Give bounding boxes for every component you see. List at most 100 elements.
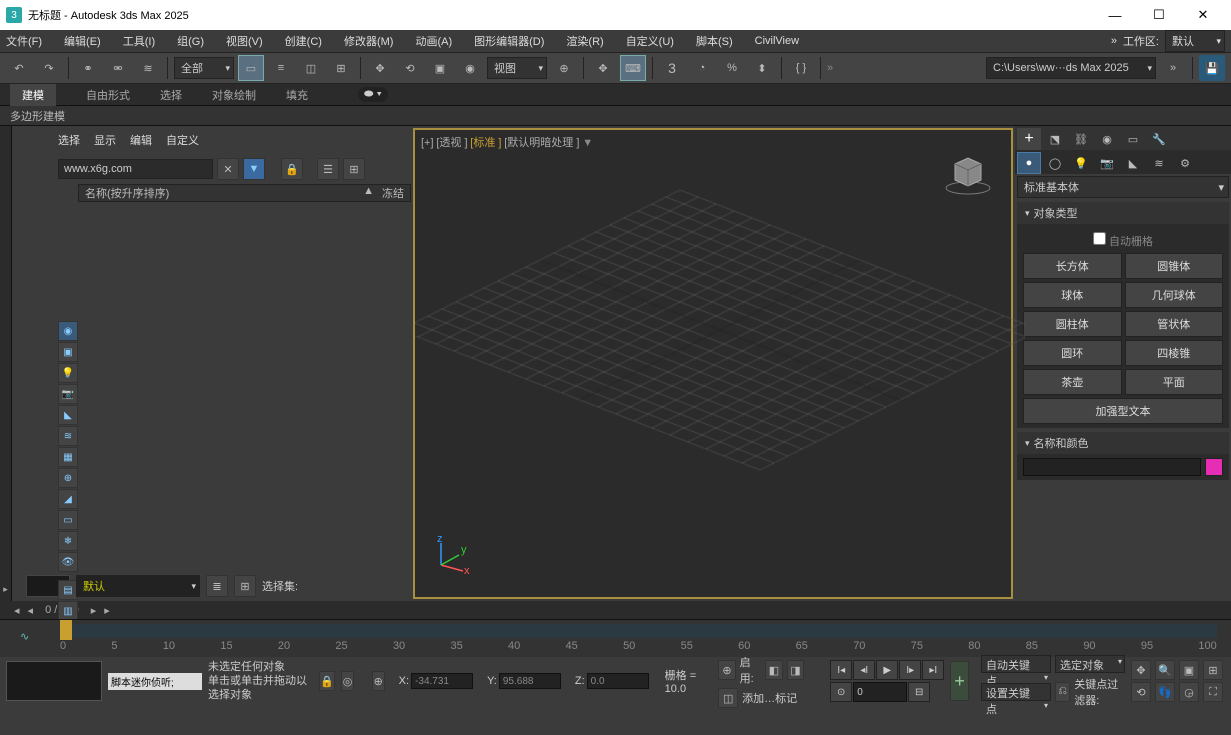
explorer-tab-display[interactable]: 显示: [94, 132, 116, 148]
ribbon-tab-selection[interactable]: 选择: [160, 87, 182, 103]
unlink-button[interactable]: ⚮: [105, 55, 131, 81]
column-name[interactable]: 名称(按升序排序) ▲: [85, 185, 382, 201]
time-prev2-icon[interactable]: ◂: [24, 604, 38, 617]
ribbon-toggle-icon[interactable]: ⬬ ▾: [358, 87, 388, 102]
btn-sphere[interactable]: 球体: [1023, 282, 1122, 308]
cat-cameras-icon[interactable]: 📷: [1095, 152, 1119, 174]
filter-icon[interactable]: ▼: [582, 137, 593, 149]
expand-strip-button[interactable]: ▸: [3, 584, 8, 595]
ribbon-tab-objectpaint[interactable]: 对象绘制: [212, 87, 256, 103]
menu-modifier[interactable]: 修改器(M): [344, 33, 394, 49]
select-scale-button[interactable]: ▣: [427, 55, 453, 81]
viewport-perspective[interactable]: [+] [透视 ] [标准 ] [默认明暗处理 ] ▼ zyx: [413, 128, 1013, 599]
keyboard-shortcut-button[interactable]: ⌨: [620, 55, 646, 81]
autogrid-checkbox[interactable]: [1093, 232, 1106, 245]
link-button[interactable]: ⚭: [75, 55, 101, 81]
btn-geosphere[interactable]: 几何球体: [1125, 282, 1224, 308]
autokey-button[interactable]: 自动关键点: [981, 655, 1051, 673]
keyfilter-icon[interactable]: ⎌: [1055, 682, 1070, 702]
prev-frame-button[interactable]: ◂I: [853, 660, 875, 680]
explorer-tab-custom[interactable]: 自定义: [166, 132, 199, 148]
maximize-button[interactable]: ☐: [1137, 0, 1181, 30]
angle-snap-button[interactable]: ◔: [689, 55, 715, 81]
tab-utilities[interactable]: 🔧: [1147, 128, 1171, 150]
select-manipulate-button[interactable]: ✥: [590, 55, 616, 81]
tab-hierarchy[interactable]: ⛓: [1069, 128, 1093, 150]
menu-edit[interactable]: 编辑(E): [64, 33, 101, 49]
nav-zoom-button[interactable]: 🔍: [1155, 660, 1175, 680]
filter-light-icon[interactable]: 💡: [58, 363, 78, 383]
menu-custom[interactable]: 自定义(U): [626, 33, 674, 49]
filter-group-icon[interactable]: ▦: [58, 447, 78, 467]
btn-torus[interactable]: 圆环: [1023, 340, 1122, 366]
selection-filter-dropdown[interactable]: 全部: [174, 57, 234, 79]
filter-xref-icon[interactable]: ⊕: [58, 468, 78, 488]
timeline-cursor[interactable]: [60, 620, 72, 640]
refcoord-dropdown[interactable]: 视图: [487, 57, 547, 79]
window-crossing-button[interactable]: ⊞: [328, 55, 354, 81]
color-swatch[interactable]: [1205, 458, 1223, 476]
setkey-button[interactable]: 设置关键点: [981, 683, 1051, 701]
cat-systems-icon[interactable]: ⚙: [1173, 152, 1197, 174]
filter-all-icon[interactable]: ◉: [58, 321, 78, 341]
filter-opt1-icon[interactable]: ▤: [58, 580, 78, 600]
bind-spacewarp-button[interactable]: ≋: [135, 55, 161, 81]
ribbon-tab-populate[interactable]: 填充: [286, 87, 308, 103]
set-key-big-button[interactable]: +: [950, 661, 969, 701]
tab-display[interactable]: ▭: [1121, 128, 1145, 150]
percent-snap-button[interactable]: %: [719, 55, 745, 81]
tab-modify[interactable]: ⬔: [1043, 128, 1067, 150]
btn-teapot[interactable]: 茶壶: [1023, 369, 1122, 395]
current-frame-input[interactable]: [853, 682, 907, 702]
add-tag-label[interactable]: 添加…标记: [742, 690, 797, 706]
next-frame-button[interactable]: I▸: [899, 660, 921, 680]
menu-anim[interactable]: 动画(A): [415, 33, 452, 49]
coord-mode-button[interactable]: ⊕: [372, 671, 385, 691]
keymode-button[interactable]: ⊙: [830, 682, 852, 702]
workspace-dropdown[interactable]: 默认: [1165, 30, 1225, 52]
keytarget-dropdown[interactable]: 选定对象: [1055, 655, 1125, 673]
select-rect-button[interactable]: ◫: [298, 55, 324, 81]
filter-bone-icon[interactable]: ◢: [58, 489, 78, 509]
btn-tube[interactable]: 管状体: [1125, 311, 1224, 337]
filter-container-icon[interactable]: ▭: [58, 510, 78, 530]
enable-opt2[interactable]: ◨: [787, 660, 805, 680]
coord-y-input[interactable]: [499, 673, 561, 689]
viewcube[interactable]: [943, 146, 993, 196]
goto-start-button[interactable]: I◂: [830, 660, 852, 680]
goto-end-button[interactable]: ▸I: [922, 660, 944, 680]
btn-pyramid[interactable]: 四棱锥: [1125, 340, 1224, 366]
menu-graph[interactable]: 图形编辑器(D): [474, 33, 544, 49]
lock-icon[interactable]: 🔒: [281, 158, 303, 180]
filter-geometry-icon[interactable]: ▣: [58, 342, 78, 362]
mini-listener[interactable]: 脚本迷你侦听;: [108, 673, 202, 690]
explorer-icon[interactable]: ⊞: [234, 575, 256, 597]
time-next-icon[interactable]: ▸: [87, 604, 101, 617]
btn-box[interactable]: 长方体: [1023, 253, 1122, 279]
named-selection-button[interactable]: { }: [788, 55, 814, 81]
timeline[interactable]: ∿ 05101520253035404550556065707580859095…: [0, 619, 1231, 657]
explorer-tab-select[interactable]: 选择: [58, 132, 80, 148]
filter-camera-icon[interactable]: 📷: [58, 384, 78, 404]
lock-selection-button[interactable]: 🔒: [319, 671, 335, 691]
view-list-button[interactable]: ☰: [317, 158, 339, 180]
use-pivot-button[interactable]: ⊕: [551, 55, 577, 81]
timeline-track[interactable]: [60, 624, 1217, 638]
coord-z-input[interactable]: [587, 673, 649, 689]
view-tree-button[interactable]: ⊞: [343, 158, 365, 180]
redo-button[interactable]: ↷: [36, 55, 62, 81]
geometry-type-dropdown[interactable]: 标准基本体: [1017, 176, 1229, 198]
cat-helpers-icon[interactable]: ◣: [1121, 152, 1145, 174]
menu-civil[interactable]: CivilView: [755, 35, 799, 47]
cat-lights-icon[interactable]: 💡: [1069, 152, 1093, 174]
play-button[interactable]: ▶: [876, 660, 898, 680]
cat-shapes-icon[interactable]: ◯: [1043, 152, 1067, 174]
keyfilter-label[interactable]: 关键点过滤器:: [1074, 676, 1125, 708]
timetag2-button[interactable]: ◫: [718, 688, 738, 708]
menu-render[interactable]: 渲染(R): [566, 33, 603, 49]
spinner-snap-button[interactable]: ⬍: [749, 55, 775, 81]
tab-motion[interactable]: ◉: [1095, 128, 1119, 150]
explorer-search-input[interactable]: [58, 159, 213, 179]
viewport-label[interactable]: [+] [透视 ] [标准 ] [默认明暗处理 ] ▼: [421, 134, 593, 150]
select-by-name-button[interactable]: ≡: [268, 55, 294, 81]
